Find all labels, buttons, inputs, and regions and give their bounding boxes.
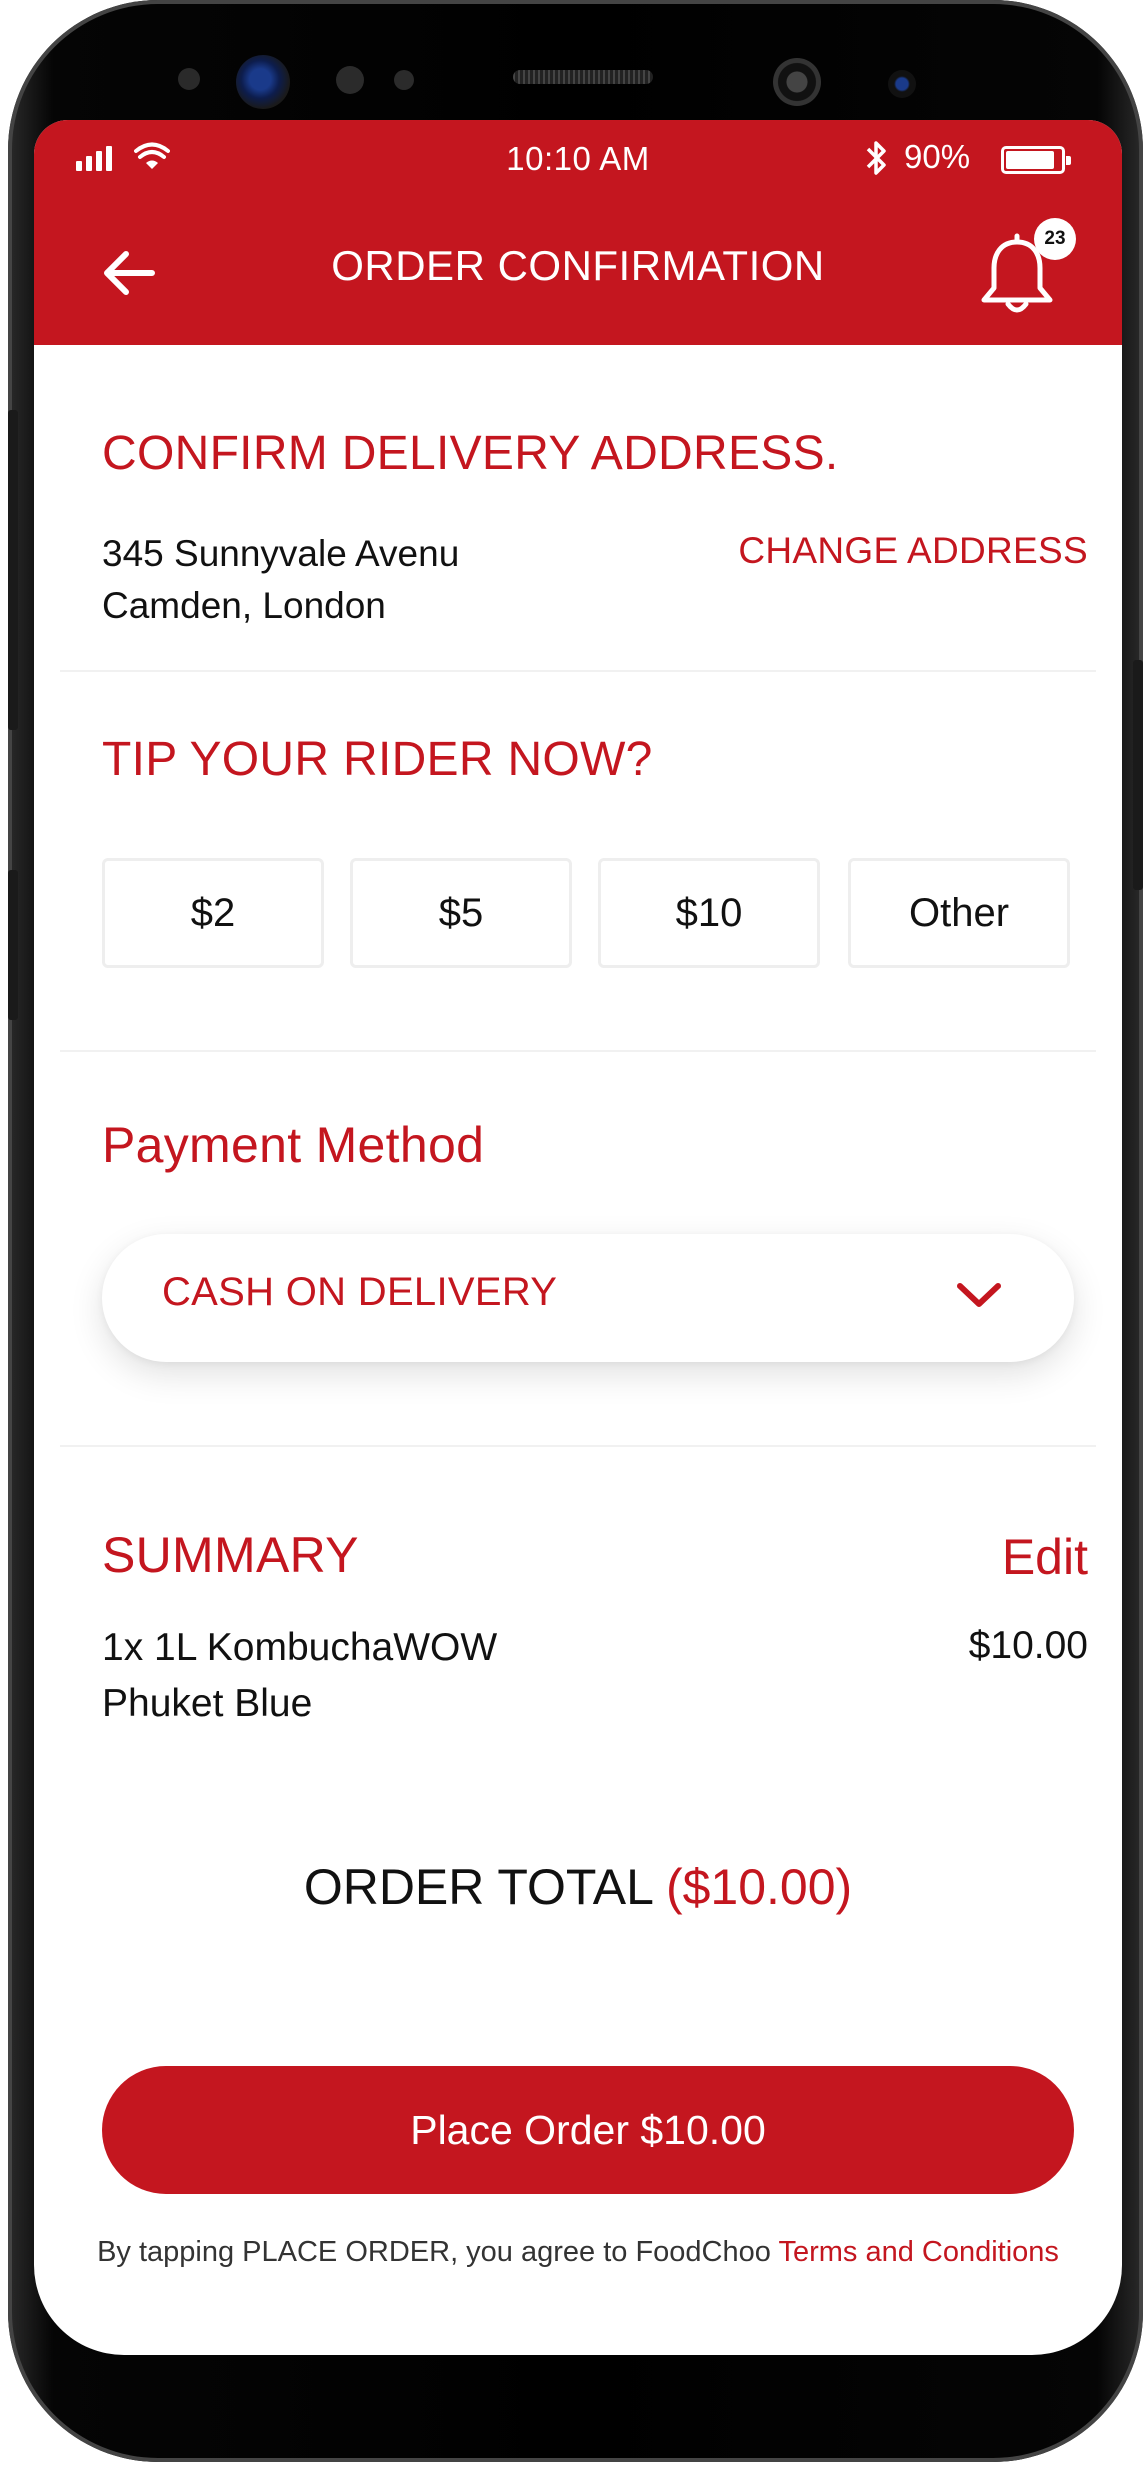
battery-percentage: 90% [904, 138, 971, 175]
volume-button [8, 410, 18, 730]
summary-item-variant: Phuket Blue [102, 1682, 313, 1725]
edit-summary-link[interactable]: Edit [1002, 1528, 1088, 1586]
sensor-dot [394, 70, 414, 90]
order-total-label: ORDER TOTAL [303, 1859, 653, 1915]
order-total-value: ($10.00) [665, 1859, 853, 1915]
address-line-1: 345 Sunnyvale Avenu [102, 533, 460, 574]
payment-method-dropdown[interactable]: CASH ON DELIVERY [102, 1234, 1074, 1362]
terms-text: By tapping PLACE ORDER, you agree to Foo… [97, 2236, 779, 2268]
section-divider [60, 1050, 1096, 1052]
payment-method-value: CASH ON DELIVERY [162, 1270, 558, 1314]
tip-option-5[interactable]: $5 [350, 858, 572, 968]
tip-option-10[interactable]: $10 [598, 858, 820, 968]
place-order-button[interactable]: Place Order $10.00 [102, 2066, 1074, 2194]
app-header: 10:10 AM 90% ORDER CONFIRMATION 23 [34, 120, 1122, 345]
status-bar: 10:10 AM 90% [34, 120, 1122, 200]
change-address-link[interactable]: CHANGE ADDRESS [738, 530, 1088, 572]
app-screen: 10:10 AM 90% ORDER CONFIRMATION 23 CONFI… [34, 120, 1122, 2355]
tip-section-title: TIP YOUR RIDER NOW? [102, 733, 653, 786]
front-camera [236, 55, 290, 109]
tip-option-2[interactable]: $2 [102, 858, 324, 968]
tip-option-other[interactable]: Other [848, 858, 1070, 968]
battery-icon [1001, 146, 1071, 174]
side-button [8, 870, 18, 1020]
terms-notice: By tapping PLACE ORDER, you agree to Foo… [34, 2236, 1122, 2269]
phone-device: 10:10 AM 90% ORDER CONFIRMATION 23 CONFI… [0, 0, 1145, 2465]
sensor-dot [336, 66, 364, 94]
section-divider [60, 670, 1096, 672]
summary-item-price: $10.00 [968, 1624, 1088, 1667]
earpiece-speaker [513, 70, 653, 84]
address-section-title: CONFIRM DELIVERY ADDRESS. [102, 427, 839, 480]
address-line-2: Camden, London [102, 585, 386, 626]
terms-and-conditions-link[interactable]: Terms and Conditions [778, 2236, 1058, 2268]
section-divider [60, 1445, 1096, 1447]
phone-frame: 10:10 AM 90% ORDER CONFIRMATION 23 CONFI… [8, 0, 1143, 2462]
iris-sensor [888, 70, 916, 98]
bluetooth-icon [866, 141, 886, 175]
payment-section-title: Payment Method [102, 1117, 485, 1173]
power-button [1133, 660, 1143, 890]
summary-item-name: 1x 1L KombuchaWOW [102, 1626, 498, 1669]
notification-badge: 23 [1034, 218, 1076, 260]
chevron-down-icon [957, 1283, 1001, 1307]
sensor-dot [178, 68, 200, 90]
order-total: ORDER TOTAL ($10.00) [34, 1858, 1122, 1916]
summary-section-title: SUMMARY [102, 1527, 359, 1583]
proximity-sensor [773, 58, 821, 106]
page-title: ORDER CONFIRMATION [331, 242, 825, 289]
